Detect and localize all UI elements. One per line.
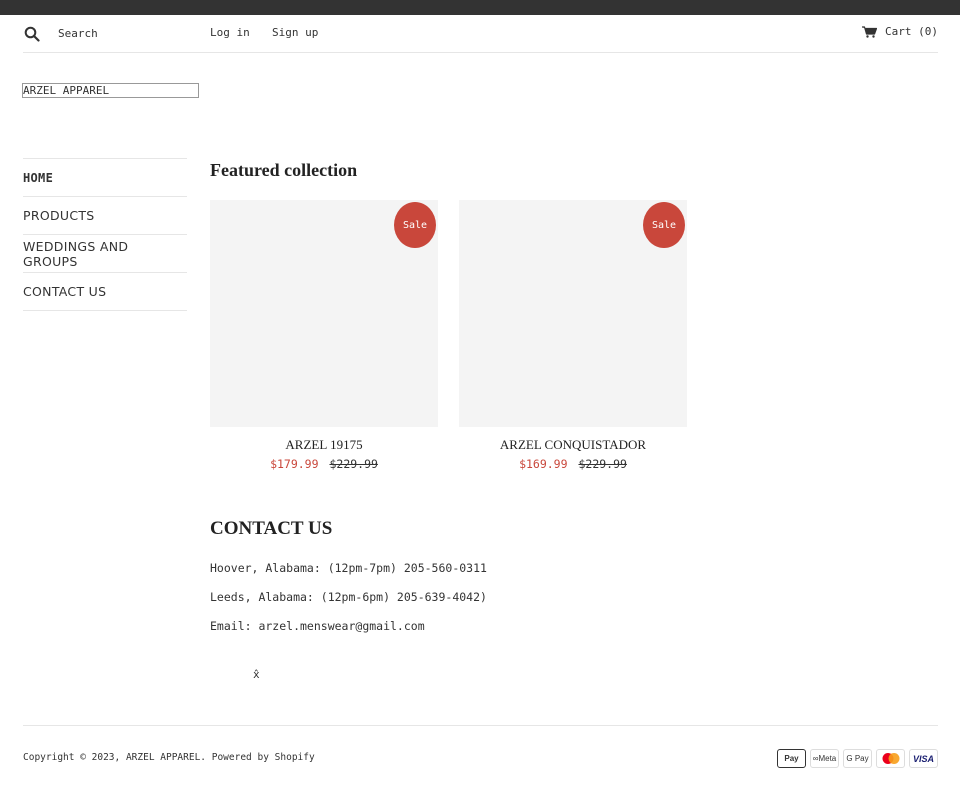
cart-icon [862,25,878,38]
sale-badge: Sale [643,202,685,248]
signup-link[interactable]: Sign up [272,26,318,39]
product-name[interactable]: ARZEL CONQUISTADOR [459,437,687,453]
search-input[interactable] [58,24,208,42]
sale-badge: Sale [394,202,436,248]
contact-line-hoover: Hoover, Alabama: (12pm-7pm) 205-560-0311 [210,561,487,575]
contact-line-email: Email: arzel.menswear@gmail.com [210,619,425,633]
sidebar-item-weddings-and-groups[interactable]: WEDDINGS AND GROUPS [23,235,187,273]
search-icon[interactable] [24,26,40,42]
site-logo[interactable]: ARZEL APPAREL [22,83,199,98]
visa-icon: VISA [909,749,938,768]
cart-link[interactable]: Cart (0) [862,25,938,38]
product-image[interactable]: Sale [459,200,687,427]
product-name[interactable]: ARZEL 19175 [210,437,438,453]
top-bar [0,0,960,15]
sidebar-nav: HOME PRODUCTS WEDDINGS AND GROUPS CONTAC… [23,158,187,311]
sale-price: $179.99 [270,457,319,471]
cart-label: Cart (0) [885,25,938,38]
product-card[interactable]: Sale ARZEL CONQUISTADOR $169.99 $229.99 [459,200,687,471]
close-icon[interactable]: x̂ [253,668,260,681]
site-header: Log in Sign up Cart (0) [23,15,938,53]
copyright-text: Copyright © 2023, ARZEL APPAREL. Powered… [23,752,315,763]
google-pay-icon: G Pay [843,749,872,768]
login-link[interactable]: Log in [210,26,250,39]
meta-pay-icon: ∞Meta [810,749,839,768]
product-price: $169.99 $229.99 [459,457,687,471]
sidebar-item-home[interactable]: HOME [23,159,187,197]
product-price: $179.99 $229.99 [210,457,438,471]
original-price: $229.99 [578,457,627,471]
contact-us-title: CONTACT US [210,518,333,539]
contact-line-leeds: Leeds, Alabama: (12pm-6pm) 205-639-4042) [210,590,487,604]
sale-price: $169.99 [519,457,568,471]
footer-divider [23,725,938,726]
payment-icons: Pay ∞Meta G Pay VISA [777,749,938,768]
product-card[interactable]: Sale ARZEL 19175 $179.99 $229.99 [210,200,438,471]
mastercard-icon [876,749,905,768]
original-price: $229.99 [329,457,378,471]
sidebar-item-contact-us[interactable]: CONTACT US [23,273,187,311]
product-image[interactable]: Sale [210,200,438,427]
apple-pay-icon: Pay [777,749,806,768]
sidebar-item-products[interactable]: PRODUCTS [23,197,187,235]
featured-collection-title: Featured collection [210,160,358,180]
